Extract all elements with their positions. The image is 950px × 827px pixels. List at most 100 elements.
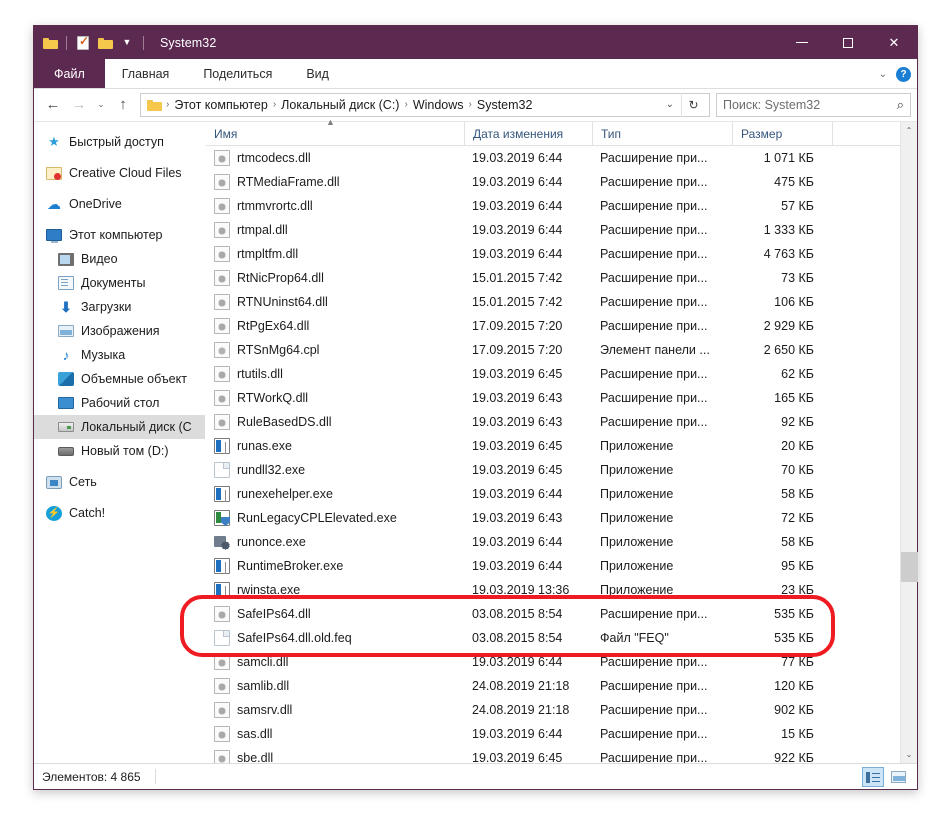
sidebar-item-label: Сеть — [69, 475, 97, 489]
table-row[interactable]: rtmpltfm.dll 19.03.2019 6:44 Расширение пр… — [206, 242, 900, 266]
up-button[interactable]: ↑ — [110, 92, 136, 118]
file-size-cell: 1 333 КБ — [763, 223, 814, 237]
table-row[interactable]: RunLegacyCPLElevated.exe 19.03.2019 6:43 П… — [206, 506, 900, 530]
breadcrumb-bar[interactable]: › Этот компьютер › Локальный диск (C:) ›… — [140, 92, 710, 117]
music-icon: ♪ — [62, 347, 70, 363]
details-view-button[interactable] — [862, 767, 884, 787]
minimize-button[interactable] — [779, 26, 825, 59]
table-row[interactable]: sas.dll 19.03.2019 6:44 Расширение при... 1… — [206, 722, 900, 746]
sidebar-item-8[interactable]: ♪ Музыка — [34, 343, 205, 367]
table-row[interactable]: samlib.dll 24.08.2019 21:18 Расширение при… — [206, 674, 900, 698]
sidebar-item-11[interactable]: Локальный диск (C — [34, 415, 205, 439]
table-row[interactable]: RuntimeBroker.exe 19.03.2019 6:44 Приложен… — [206, 554, 900, 578]
qat-folder-button[interactable] — [41, 34, 59, 52]
scrollbar-track[interactable] — [900, 139, 918, 746]
vertical-scrollbar[interactable]: ⌃ ⌄ — [900, 122, 918, 763]
file-name-cell: RTSnMg64.cpl — [206, 342, 464, 358]
local-disk-icon — [58, 422, 74, 432]
qat-properties-button[interactable] — [74, 34, 92, 52]
large-icons-view-button[interactable] — [887, 767, 909, 787]
table-row[interactable]: RTWorkQ.dll 19.03.2019 6:43 Расширение при… — [206, 386, 900, 410]
table-row[interactable]: rwinsta.exe 19.03.2019 13:36 Приложение 23 … — [206, 578, 900, 602]
table-row[interactable]: runexehelper.exe 19.03.2019 6:44 Приложени… — [206, 482, 900, 506]
breadcrumb-local-disk[interactable]: Локальный диск (C:) — [277, 98, 403, 112]
table-row[interactable]: samsrv.dll 24.08.2019 21:18 Расширение при… — [206, 698, 900, 722]
scrollbar-thumb[interactable] — [900, 551, 918, 583]
sidebar-item-4[interactable]: Видео — [34, 247, 205, 271]
scroll-down-button[interactable]: ⌄ — [901, 746, 918, 763]
forward-button[interactable]: → — [66, 92, 92, 118]
exe-file-icon — [214, 558, 230, 574]
sidebar-item-label: Этот компьютер — [69, 228, 163, 242]
file-name-label: RTWorkQ.dll — [237, 391, 309, 405]
table-row[interactable]: RtNicProp64.dll 15.01.2015 7:42 Расширение… — [206, 266, 900, 290]
column-header-date[interactable]: Дата изменения — [464, 121, 592, 146]
this-pc-icon — [46, 229, 62, 243]
qat-new-folder-button[interactable] — [96, 34, 114, 52]
sidebar-item-13[interactable]: Сеть — [34, 470, 205, 494]
sidebar-item-12[interactable]: Новый том (D:) — [34, 439, 205, 463]
sidebar-item-label: Документы — [81, 276, 146, 290]
tab-home[interactable]: Главная — [105, 59, 187, 88]
refresh-button[interactable]: ↻ — [681, 92, 705, 117]
tab-view[interactable]: Вид — [289, 59, 346, 88]
qat-customize-button[interactable]: ▼ — [118, 34, 136, 52]
breadcrumb-windows[interactable]: Windows — [409, 98, 468, 112]
title-bar: ▼ System32 ✕ — [34, 26, 917, 59]
file-name-label: SafeIPs64.dll.old.feq — [237, 631, 352, 645]
sidebar-item-7[interactable]: Изображения — [34, 319, 205, 343]
sidebar-item-2[interactable]: ☁ OneDrive — [34, 192, 205, 216]
file-name-label: samlib.dll — [237, 679, 290, 693]
recent-locations-button[interactable]: ⌄ — [92, 92, 110, 118]
table-row[interactable]: sbe.dll 19.03.2019 6:45 Расширение при... 9… — [206, 746, 900, 763]
table-row[interactable]: samcli.dll 19.03.2019 6:44 Расширение при.… — [206, 650, 900, 674]
breadcrumb-dropdown-icon[interactable]: ⌄ — [659, 99, 681, 110]
sidebar-item-9[interactable]: Объемные объект — [34, 367, 205, 391]
sidebar-item-0[interactable]: ★ Быстрый доступ — [34, 130, 205, 154]
table-row[interactable]: RTSnMg64.cpl 17.09.2015 7:20 Элемент панел… — [206, 338, 900, 362]
maximize-button[interactable] — [825, 26, 871, 59]
tab-file[interactable]: Файл — [34, 59, 105, 88]
tab-share[interactable]: Поделиться — [186, 59, 289, 88]
table-row[interactable]: RtPgEx64.dll 17.09.2015 7:20 Расширение пр… — [206, 314, 900, 338]
table-row[interactable]: rtmcodecs.dll 19.03.2019 6:44 Расширение п… — [206, 146, 900, 170]
column-header-type[interactable]: Тип — [592, 121, 732, 146]
scroll-up-button[interactable]: ⌃ — [901, 122, 918, 139]
table-row[interactable]: rtmpal.dll 19.03.2019 6:44 Расширение при.… — [206, 218, 900, 242]
window-controls: ✕ — [779, 26, 917, 59]
help-icon[interactable]: ? — [896, 66, 911, 82]
table-row[interactable]: SafeIPs64.dll 03.08.2015 8:54 Расширение п… — [206, 602, 900, 626]
file-list-pane: Имя ▲ Дата изменения Тип Размер rtmcodec… — [206, 117, 900, 763]
sidebar-item-5[interactable]: Документы — [34, 271, 205, 295]
table-row[interactable]: runonce.exe 19.03.2019 6:44 Приложение 58 К… — [206, 530, 900, 554]
table-row[interactable]: RTMediaFrame.dll 19.03.2019 6:44 Расширени… — [206, 170, 900, 194]
sidebar-item-14[interactable]: ⚡ Catch! — [34, 501, 205, 525]
column-header-size[interactable]: Размер — [732, 121, 832, 146]
table-row[interactable]: rtmmvrortc.dll 19.03.2019 6:44 Расширение … — [206, 194, 900, 218]
table-row[interactable]: runas.exe 19.03.2019 6:45 Приложение 20 КБ — [206, 434, 900, 458]
table-row[interactable]: SafeIPs64.dll.old.feq 03.08.2015 8:54 Файл… — [206, 626, 900, 650]
search-box[interactable]: Поиск: System32 ⌕ — [716, 92, 911, 117]
file-name-label: rwinsta.exe — [237, 583, 301, 597]
breadcrumb-this-pc[interactable]: Этот компьютер — [170, 98, 271, 112]
ribbon-expand-icon[interactable]: ⌄ — [879, 69, 887, 80]
sidebar-item-1[interactable]: Creative Cloud Files — [34, 161, 205, 185]
table-row[interactable]: rundll32.exe 19.03.2019 6:45 Приложение 70 … — [206, 458, 900, 482]
file-name-cell: rtmpltfm.dll — [206, 246, 464, 262]
dll-file-icon — [214, 702, 230, 718]
table-row[interactable]: rtutils.dll 19.03.2019 6:45 Расширение при… — [206, 362, 900, 386]
column-header-name[interactable]: Имя ▲ — [206, 117, 464, 146]
search-input[interactable]: Поиск: System32 — [723, 98, 897, 112]
sidebar-item-10[interactable]: Рабочий стол — [34, 391, 205, 415]
folder-icon — [42, 37, 58, 49]
sidebar-item-3[interactable]: Этот компьютер — [34, 223, 205, 247]
breadcrumb-system32[interactable]: System32 — [473, 98, 537, 112]
table-row[interactable]: RuleBasedDS.dll 19.03.2019 6:43 Расширение… — [206, 410, 900, 434]
file-date-cell: 19.03.2019 6:44 — [472, 151, 563, 165]
close-button[interactable]: ✕ — [871, 26, 917, 59]
file-size-cell: 57 КБ — [781, 199, 814, 213]
back-button[interactable]: ← — [40, 92, 66, 118]
file-type-cell: Расширение при... — [600, 703, 708, 717]
table-row[interactable]: RTNUninst64.dll 15.01.2015 7:42 Расширение… — [206, 290, 900, 314]
sidebar-item-6[interactable]: ⬇ Загрузки — [34, 295, 205, 319]
